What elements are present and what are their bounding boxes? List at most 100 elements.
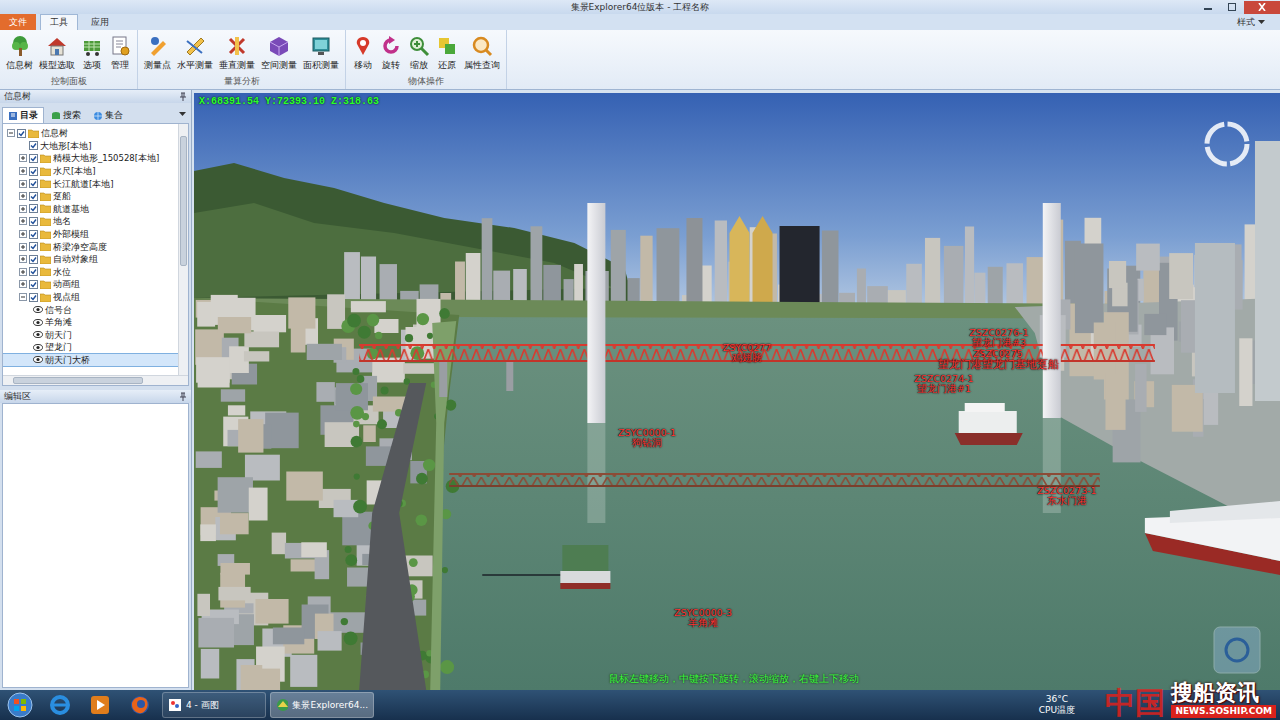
expand-icon[interactable] <box>19 167 27 175</box>
ribbon-button[interactable]: 还原 <box>433 30 461 76</box>
tab-label: 集合 <box>105 110 123 121</box>
menu-tab[interactable]: 应用 <box>82 14 118 30</box>
area-measure-icon <box>310 35 332 57</box>
tree-item[interactable]: 精模大地形_150528[本地] <box>3 152 178 165</box>
tree-item[interactable]: 动画组 <box>3 278 178 291</box>
expand-icon[interactable] <box>19 217 27 225</box>
ribbon-button[interactable]: 属性查询 <box>461 30 503 76</box>
coordinates-readout: X:68391.54 Y:72393.10 Z:318.63 <box>199 96 379 108</box>
menu-tab[interactable]: 文件 <box>0 14 36 30</box>
style-menu[interactable]: 样式 <box>1228 14 1274 30</box>
minimize-button[interactable] <box>1196 1 1220 14</box>
ribbon-button[interactable]: 移动 <box>349 30 377 76</box>
place-label[interactable]: ZSZC0274-1望龙门港#1 <box>914 374 973 394</box>
maximize-button[interactable] <box>1220 1 1244 14</box>
ribbon-button[interactable]: 缩放 <box>405 30 433 76</box>
tree-item[interactable]: 地名 <box>3 215 178 228</box>
vertical-scrollbar[interactable] <box>178 124 188 375</box>
viewpoint-item[interactable]: 朝天门大桥 <box>3 354 178 367</box>
panel-tab[interactable]: 目录 <box>2 107 44 123</box>
viewpoint-item[interactable]: 朝天门 <box>3 329 178 342</box>
expand-icon[interactable] <box>19 205 27 213</box>
checkbox[interactable] <box>29 242 38 251</box>
scroll-thumb[interactable] <box>13 377 143 384</box>
ribbon-button[interactable]: 选项 <box>78 30 106 76</box>
item-label: 自动对象组 <box>53 254 98 264</box>
item-label: 动画组 <box>53 279 80 289</box>
close-button[interactable] <box>1244 1 1280 14</box>
tree-item[interactable]: 自动对象组 <box>3 253 178 266</box>
place-label[interactable]: ZSZC0275望龙门港望龙门基地趸船 <box>938 349 1059 371</box>
checkbox[interactable] <box>17 129 26 138</box>
expand-icon[interactable] <box>19 192 27 200</box>
tree-item[interactable]: 信息树 <box>3 127 178 140</box>
tree-item[interactable]: 水位 <box>3 266 178 279</box>
start-button[interactable] <box>2 691 38 719</box>
collapse-icon[interactable] <box>7 129 15 137</box>
checkbox[interactable] <box>29 154 38 163</box>
tree-item[interactable]: 视点组 <box>3 291 178 304</box>
3d-viewport[interactable]: X:68391.54 Y:72393.10 Z:318.63 ZSYC0277鸡… <box>194 93 1280 690</box>
tree-item[interactable]: 外部模组 <box>3 228 178 241</box>
checkbox[interactable] <box>29 192 38 201</box>
ribbon-button[interactable]: 测量点 <box>141 30 174 76</box>
expand-icon[interactable] <box>19 268 27 276</box>
place-label[interactable]: ZSZC0273-1东水门港 <box>1037 486 1096 506</box>
ribbon-button[interactable]: 模型选取 <box>36 30 78 76</box>
expand-icon[interactable] <box>19 280 27 288</box>
pin-icon[interactable] <box>179 392 187 401</box>
navigation-icon[interactable] <box>1212 625 1262 675</box>
viewpoint-item[interactable]: 信号台 <box>3 303 178 316</box>
place-label[interactable]: ZSZC0276-1望龙门港#3 <box>969 328 1028 348</box>
checkbox[interactable] <box>29 267 38 276</box>
ribbon-button[interactable]: 管理 <box>106 30 134 76</box>
place-label[interactable]: ZSYC0000-1狗钻洞 <box>618 428 676 448</box>
viewpoint-item[interactable]: 望龙门 <box>3 341 178 354</box>
menu-tab[interactable]: 工具 <box>40 14 78 30</box>
ribbon-button[interactable]: 信息树 <box>3 30 36 76</box>
viewpoint-item[interactable]: 羊角滩 <box>3 316 178 329</box>
expand-icon[interactable] <box>19 180 27 188</box>
tree-item[interactable]: 长江航道[本地] <box>3 177 178 190</box>
collapse-icon[interactable] <box>19 293 27 301</box>
item-label: 望龙门 <box>45 342 72 352</box>
checkbox[interactable] <box>29 293 38 302</box>
tree-item[interactable]: 水尺[本地] <box>3 165 178 178</box>
horizontal-scrollbar[interactable] <box>3 375 188 385</box>
expand-icon[interactable] <box>19 154 27 162</box>
place-label[interactable]: ZSYC0277鸡翅膀 <box>723 343 772 363</box>
tree-item[interactable]: 趸船 <box>3 190 178 203</box>
checkbox[interactable] <box>29 217 38 226</box>
compass-icon[interactable] <box>1201 118 1253 170</box>
checkbox[interactable] <box>29 167 38 176</box>
panel-tab[interactable]: 集合 <box>88 108 128 123</box>
tree-item[interactable]: 大地形[本地] <box>3 140 178 153</box>
scroll-thumb[interactable] <box>180 136 187 266</box>
checkbox[interactable] <box>29 255 38 264</box>
dropdown-arrow-icon[interactable] <box>179 112 186 117</box>
panel-tab[interactable]: 搜索 <box>46 108 86 123</box>
tree-item[interactable]: 桥梁净空高度 <box>3 240 178 253</box>
checkbox[interactable] <box>29 280 38 289</box>
expand-icon[interactable] <box>19 230 27 238</box>
tree-view: 信息树大地形[本地]精模大地形_150528[本地]水尺[本地]长江航道[本地]… <box>2 123 189 386</box>
taskbar-button[interactable]: 集景Explorer64... <box>270 692 374 718</box>
ribbon-button[interactable]: 水平测量 <box>174 30 216 76</box>
ribbon-button[interactable]: 垂直测量 <box>216 30 258 76</box>
ribbon-button[interactable]: 面积测量 <box>300 30 342 76</box>
firefox-button[interactable] <box>122 691 158 719</box>
checkbox[interactable] <box>29 141 38 150</box>
checkbox[interactable] <box>29 230 38 239</box>
ie-button[interactable] <box>42 691 78 719</box>
taskbar-button[interactable]: 4 - 画图 <box>162 692 266 718</box>
ribbon-button[interactable]: 旋转 <box>377 30 405 76</box>
ribbon-button[interactable]: 空间测量 <box>258 30 300 76</box>
tree-item[interactable]: 航道基地 <box>3 203 178 216</box>
media-player-button[interactable] <box>82 691 118 719</box>
checkbox[interactable] <box>29 179 38 188</box>
expand-icon[interactable] <box>19 243 27 251</box>
checkbox[interactable] <box>29 204 38 213</box>
place-label[interactable]: ZSYC0000-3羊角滩 <box>674 608 732 628</box>
pin-icon[interactable] <box>179 92 187 101</box>
expand-icon[interactable] <box>19 255 27 263</box>
